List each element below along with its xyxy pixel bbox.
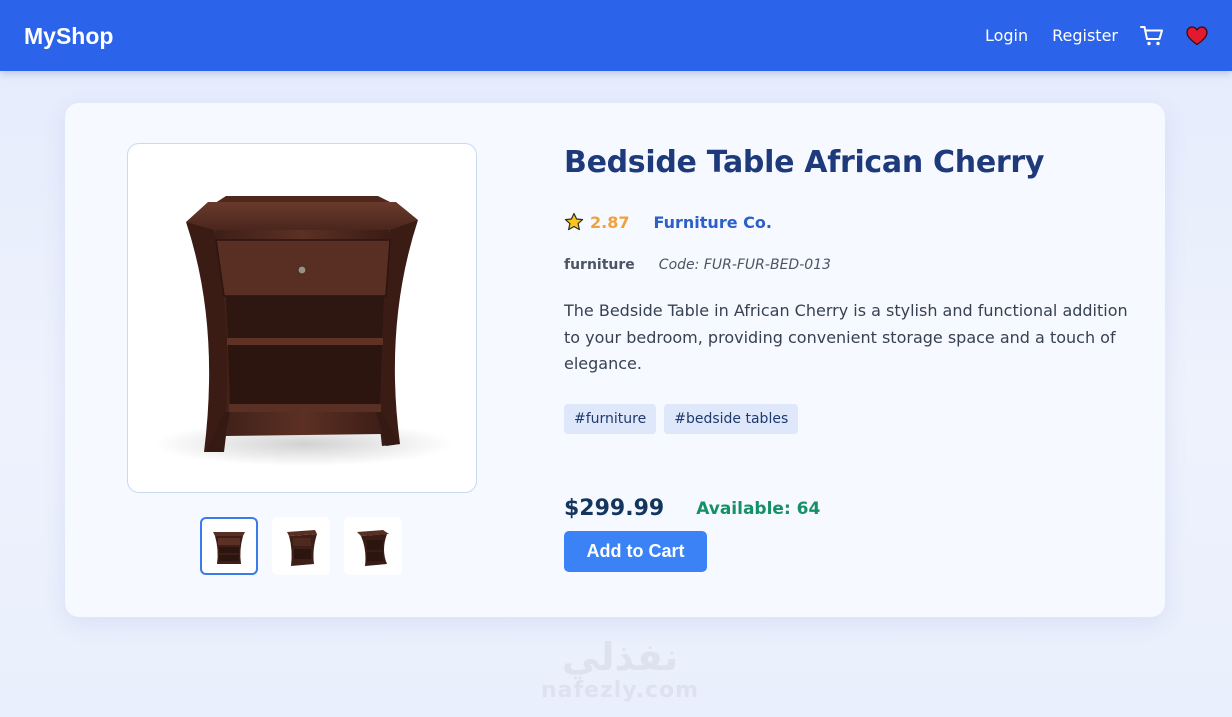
thumbnail-angle-left[interactable] — [272, 517, 330, 575]
star-icon — [564, 212, 584, 232]
bedside-table-image — [154, 196, 454, 466]
tag-furniture[interactable]: #furniture — [564, 404, 657, 434]
rating-brand-row: 2.87 Furniture Co. — [564, 209, 772, 235]
product-description: The Bedside Table in African Cherry is a… — [564, 301, 1128, 373]
brand-link[interactable]: Furniture Co. — [653, 213, 771, 232]
brand-logo[interactable]: MyShop — [24, 22, 113, 50]
watermark-latin: nafezly.com — [540, 678, 700, 703]
tag-list: #furniture #bedside tables — [564, 404, 806, 434]
product-category: furniture — [564, 257, 635, 273]
product-details: Bedside Table African Cherry 2.87 Furnit… — [564, 143, 1144, 572]
tag-bedside-tables[interactable]: #bedside tables — [664, 404, 799, 434]
thumbnail-front-image — [213, 532, 245, 564]
nav-actions: Login Register — [961, 18, 1208, 54]
product-price: $299.99 — [564, 496, 665, 521]
thumbnail-angle-right[interactable] — [344, 517, 402, 575]
cart-icon-svg — [1140, 26, 1163, 46]
thumbnail-strip — [200, 517, 416, 575]
register-link[interactable]: Register — [1052, 18, 1118, 54]
heart-icon-svg — [1186, 26, 1208, 46]
heart-icon[interactable] — [1186, 26, 1208, 46]
product-main-image — [127, 143, 477, 493]
watermark-arabic: نفذلي — [561, 635, 679, 679]
cart-icon[interactable] — [1140, 25, 1164, 47]
thumbnail-front[interactable] — [200, 517, 258, 575]
product-code: Code: FUR-FUR-BED-013 — [658, 257, 831, 273]
login-link[interactable]: Login — [985, 18, 1028, 54]
watermark-logo: نفذلي nafezly.com — [540, 636, 700, 704]
category-code-row: furniture Code: FUR-FUR-BED-013 — [564, 257, 831, 273]
product-card: Bedside Table African Cherry 2.87 Furnit… — [65, 103, 1165, 617]
price-row: $299.99 Available: 64 — [564, 496, 820, 521]
top-navbar: MyShop Login Register — [0, 0, 1232, 71]
rating-value: 2.87 — [590, 212, 630, 232]
thumbnail-angle-left-image — [287, 530, 317, 566]
availability-status: Available: 64 — [696, 498, 821, 519]
add-to-cart-button[interactable]: Add to Cart — [564, 531, 707, 572]
thumbnail-angle-right-image — [357, 530, 389, 566]
product-title: Bedside Table African Cherry — [564, 145, 1045, 180]
